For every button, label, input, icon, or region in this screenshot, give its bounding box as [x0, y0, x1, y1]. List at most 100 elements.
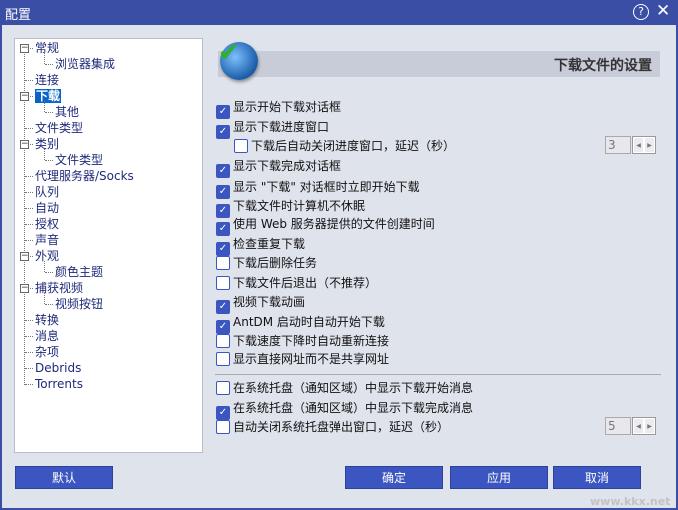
- title-bar: 配置 ? ✕: [0, 0, 678, 25]
- spin-right-icon[interactable]: ▶: [644, 137, 655, 153]
- tree-item[interactable]: 自动: [35, 200, 59, 216]
- option-checkbox-row[interactable]: ✓ 使用 Web 服务器提供的文件创建时间: [216, 216, 435, 236]
- option-label: 在系统托盘（通知区域）中显示下载开始消息: [233, 381, 474, 395]
- option-label: AntDM 启动时自动开始下载: [233, 315, 385, 329]
- tree-item[interactable]: 代理服务器/Socks: [35, 168, 134, 184]
- option-checkbox-row[interactable]: 下载后删除任务: [216, 255, 317, 271]
- checkbox-unchecked[interactable]: [216, 276, 230, 290]
- option-label: 显示下载完成对话框: [233, 159, 342, 173]
- option-checkbox-row[interactable]: ✓ 显示开始下载对话框: [216, 99, 341, 119]
- panel-title: 下载文件的设置: [554, 58, 652, 74]
- tree-line: [45, 272, 53, 273]
- tree-item[interactable]: 声音: [35, 232, 59, 248]
- option-checkbox-row[interactable]: ✓ 下载文件时计算机不休眠: [216, 198, 366, 218]
- collapse-icon[interactable]: −: [20, 92, 29, 101]
- tree-line: [25, 352, 33, 353]
- option-checkbox-row[interactable]: 下载速度下降时自动重新连接: [216, 333, 389, 349]
- option-checkbox-row[interactable]: ✓ 在系统托盘（通知区域）中显示下载完成消息: [216, 400, 473, 420]
- tree-line: [25, 80, 33, 81]
- option-checkbox-row[interactable]: ✓ 显示 "下载" 对话框时立即开始下载: [216, 179, 420, 199]
- checkbox-checked[interactable]: ✓: [216, 185, 230, 199]
- checkbox-unchecked[interactable]: [216, 381, 230, 395]
- tree-item[interactable]: 文件类型: [35, 120, 83, 136]
- tree-item-label: 颜色主题: [55, 265, 104, 279]
- delay-input[interactable]: 3: [605, 136, 631, 154]
- tree-item[interactable]: 其他: [55, 104, 79, 120]
- cancel-button[interactable]: 取消: [553, 466, 641, 489]
- tree-item-label: 外观: [35, 249, 60, 263]
- tree-item-label: 捕获视频: [35, 281, 84, 295]
- tree-item[interactable]: 转换: [35, 312, 59, 328]
- tree-item[interactable]: Torrents: [35, 376, 83, 392]
- option-checkbox-row[interactable]: ✓ 视频下载动画: [216, 294, 306, 314]
- tree-item[interactable]: 连接: [35, 72, 59, 88]
- checkbox-unchecked[interactable]: [216, 256, 230, 270]
- option-label: 下载文件后退出（不推荐）: [233, 276, 378, 290]
- tree-item[interactable]: 队列: [35, 184, 59, 200]
- tree-item-label: 浏览器集成: [55, 57, 116, 71]
- option-label: 视频下载动画: [233, 295, 306, 309]
- checkbox-checked[interactable]: ✓: [216, 125, 230, 139]
- checkbox-unchecked[interactable]: [216, 420, 230, 434]
- checkbox-checked[interactable]: ✓: [216, 105, 230, 119]
- collapse-icon[interactable]: −: [20, 140, 29, 149]
- option-checkbox-row[interactable]: ✓ 显示下载进度窗口: [216, 119, 330, 139]
- option-checkbox-row[interactable]: ✓ 检查重复下载: [216, 236, 306, 256]
- default-button[interactable]: 默认: [15, 466, 113, 489]
- delay-spinner[interactable]: ◀ ▶: [632, 417, 656, 435]
- tree-item[interactable]: 杂项: [35, 344, 59, 360]
- checkbox-checked[interactable]: ✓: [216, 164, 230, 178]
- tree-item[interactable]: 视频按钮: [55, 296, 103, 312]
- collapse-icon[interactable]: −: [20, 284, 29, 293]
- option-checkbox-row[interactable]: 下载后自动关闭进度窗口，延迟（秒）: [234, 138, 455, 154]
- option-label: 检查重复下载: [233, 237, 306, 251]
- checkbox-checked[interactable]: ✓: [216, 242, 230, 256]
- checkbox-checked[interactable]: ✓: [216, 320, 230, 334]
- apply-button[interactable]: 应用: [450, 466, 548, 489]
- option-checkbox-row[interactable]: ✓ AntDM 启动时自动开始下载: [216, 314, 385, 334]
- spin-left-icon[interactable]: ◀: [633, 418, 644, 434]
- tree-item[interactable]: 文件类型: [55, 152, 103, 168]
- option-label: 显示下载进度窗口: [233, 120, 330, 134]
- help-icon[interactable]: ?: [633, 4, 649, 20]
- tree-item[interactable]: 类别: [35, 136, 59, 152]
- spin-right-icon[interactable]: ▶: [644, 418, 655, 434]
- tree-item-label: 视频按钮: [55, 297, 104, 311]
- tree-item[interactable]: 消息: [35, 328, 59, 344]
- option-label: 显示直接网址而不是共享网址: [233, 352, 390, 366]
- option-checkbox-row[interactable]: 下载文件后退出（不推荐）: [216, 275, 377, 291]
- delay-input[interactable]: 5: [605, 417, 631, 435]
- tree-item[interactable]: 颜色主题: [55, 264, 103, 280]
- option-label: 下载后自动关闭进度窗口，延迟（秒）: [251, 139, 456, 153]
- tree-item[interactable]: 外观: [35, 248, 59, 264]
- checkbox-checked[interactable]: ✓: [216, 300, 230, 314]
- checkbox-unchecked[interactable]: [234, 139, 248, 153]
- tree-item[interactable]: Debrids: [35, 360, 81, 376]
- option-checkbox-row[interactable]: 自动关闭系统托盘弹出窗口，延迟（秒）: [216, 419, 449, 435]
- checkbox-checked[interactable]: ✓: [216, 406, 230, 420]
- tree-item[interactable]: 常规: [35, 40, 59, 56]
- tree-item-label: 下载: [35, 89, 62, 103]
- option-label: 下载文件时计算机不休眠: [233, 199, 366, 213]
- collapse-icon[interactable]: −: [20, 252, 29, 261]
- delay-spinner[interactable]: ◀ ▶: [632, 136, 656, 154]
- checkbox-unchecked[interactable]: [216, 352, 230, 366]
- tree-item-label: 文件类型: [35, 121, 84, 135]
- tree-item[interactable]: 捕获视频: [35, 280, 83, 296]
- tree-item-label: 转换: [35, 313, 60, 327]
- close-icon[interactable]: ✕: [656, 1, 670, 21]
- settings-tree[interactable]: 常规 − 浏览器集成 连接 下载 − 其他 文件类型 类别 − 文件类型 代理服务器/Socks 队列自…: [14, 38, 203, 453]
- ok-button[interactable]: 确定: [345, 466, 443, 489]
- option-checkbox-row[interactable]: 在系统托盘（通知区域）中显示下载开始消息: [216, 380, 473, 396]
- option-checkbox-row[interactable]: ✓ 显示下载完成对话框: [216, 158, 342, 178]
- tree-line: [44, 149, 45, 160]
- tree-item[interactable]: 下载: [35, 88, 62, 104]
- option-label: 使用 Web 服务器提供的文件创建时间: [233, 217, 435, 231]
- checkbox-unchecked[interactable]: [216, 334, 230, 348]
- option-checkbox-row[interactable]: 显示直接网址而不是共享网址: [216, 351, 389, 367]
- checkbox-checked[interactable]: ✓: [216, 222, 230, 236]
- tree-item[interactable]: 授权: [35, 216, 59, 232]
- spin-left-icon[interactable]: ◀: [633, 137, 644, 153]
- collapse-icon[interactable]: −: [20, 44, 29, 53]
- tree-item[interactable]: 浏览器集成: [55, 56, 115, 72]
